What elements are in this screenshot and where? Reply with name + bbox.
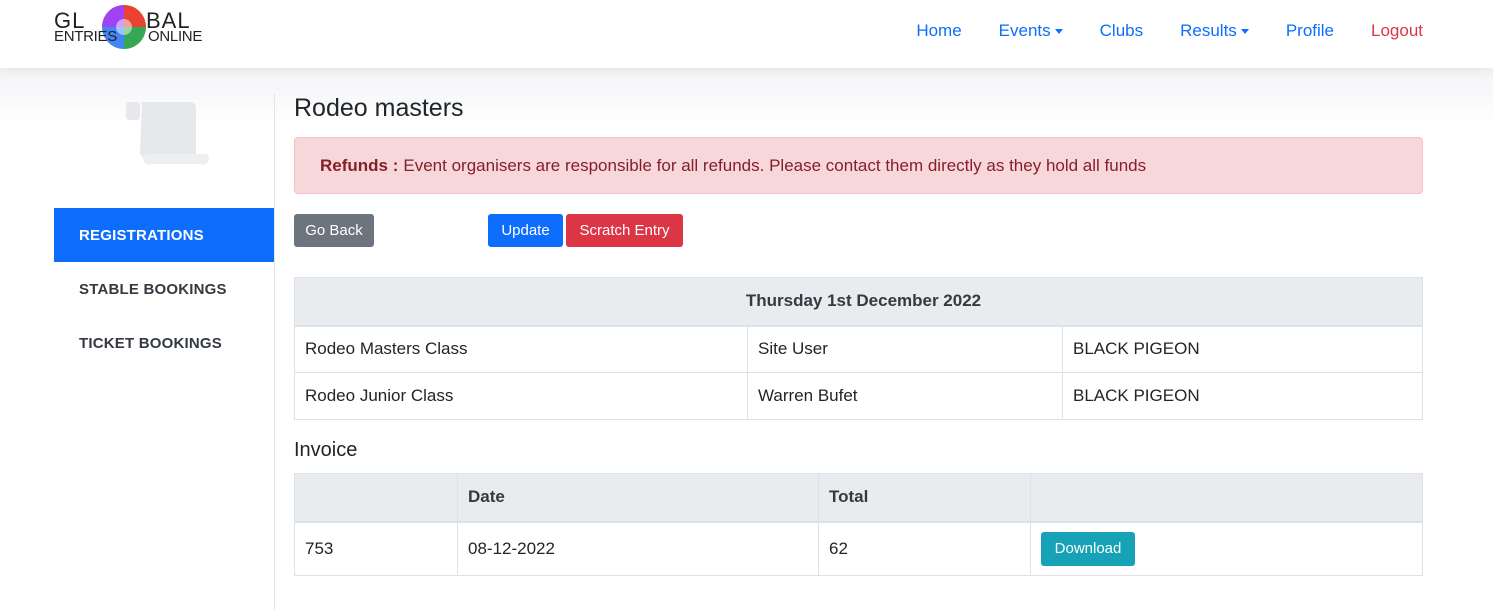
sidebar-item-stable-bookings[interactable]: STABLE BOOKINGS: [54, 262, 274, 316]
table-row: Rodeo Junior Class Warren Bufet BLACK PI…: [294, 372, 1423, 420]
nav-home[interactable]: Home: [916, 21, 961, 41]
entry-class: Rodeo Junior Class: [294, 372, 748, 420]
sidebar-item-ticket-bookings[interactable]: TICKET BOOKINGS: [54, 316, 274, 370]
invoice-number: 753: [294, 521, 458, 576]
download-button[interactable]: Download: [1041, 531, 1135, 566]
invoice-heading: Invoice: [294, 439, 358, 461]
document-placeholder-icon: [126, 102, 210, 165]
table-row: 753 08-12-2022 62 Download: [294, 521, 1423, 576]
entry-class: Rodeo Masters Class: [294, 325, 748, 373]
entry-horse: BLACK PIGEON: [1062, 372, 1423, 420]
invoice-table: Date Total 753 08-12-2022 62 Download: [294, 473, 1423, 576]
table-row: Rodeo Masters Class Site User BLACK PIGE…: [294, 325, 1423, 373]
nav-results[interactable]: Results: [1180, 21, 1249, 41]
nav-profile[interactable]: Profile: [1286, 21, 1334, 41]
caret-down-icon: [1240, 28, 1249, 34]
update-button[interactable]: Update: [488, 214, 563, 247]
scratch-entry-button[interactable]: Scratch Entry: [566, 214, 683, 247]
entry-rider: Site User: [747, 325, 1063, 373]
entries-date-header: Thursday 1st December 2022: [294, 277, 1423, 327]
invoice-header-total: Total: [818, 473, 1031, 523]
main-content: Rodeo masters Refunds : Event organisers…: [294, 94, 1423, 576]
nav-events[interactable]: Events: [999, 21, 1063, 41]
invoice-total: 62: [818, 521, 1031, 576]
nav-clubs[interactable]: Clubs: [1100, 21, 1143, 41]
sidebar: REGISTRATIONS STABLE BOOKINGS TICKET BOO…: [54, 94, 275, 610]
sidebar-item-registrations[interactable]: REGISTRATIONS: [54, 208, 274, 262]
nav-events-label: Events: [998, 21, 1051, 40]
invoice-header-number: [294, 473, 458, 523]
invoice-header-date: Date: [457, 473, 819, 523]
page-title: Rodeo masters: [294, 94, 464, 122]
logo-text-online: ONLINE: [148, 28, 203, 45]
entries-table: Thursday 1st December 2022 Rodeo Masters…: [294, 277, 1423, 420]
alert-text: Event organisers are responsible for all…: [403, 155, 1147, 175]
alert-label: Refunds :: [320, 155, 399, 175]
nav-links: Home Events Clubs Results Profile Logout: [879, 0, 1423, 62]
nav-results-label: Results: [1180, 21, 1237, 40]
caret-down-icon: [1054, 28, 1063, 34]
navbar: GL BAL ENTRIES ONLINE Home Events Clubs …: [0, 0, 1493, 68]
go-back-button[interactable]: Go Back: [294, 214, 374, 247]
invoice-date: 08-12-2022: [457, 521, 819, 576]
entry-rider: Warren Bufet: [747, 372, 1063, 420]
nav-logout[interactable]: Logout: [1371, 21, 1423, 41]
site-logo[interactable]: GL BAL ENTRIES ONLINE: [54, 4, 203, 54]
invoice-header-action: [1030, 473, 1423, 523]
refunds-alert: Refunds : Event organisers are responsib…: [294, 137, 1423, 194]
invoice-action-cell: Download: [1030, 521, 1423, 576]
entry-horse: BLACK PIGEON: [1062, 325, 1423, 373]
logo-text-entries: ENTRIES: [54, 28, 117, 45]
